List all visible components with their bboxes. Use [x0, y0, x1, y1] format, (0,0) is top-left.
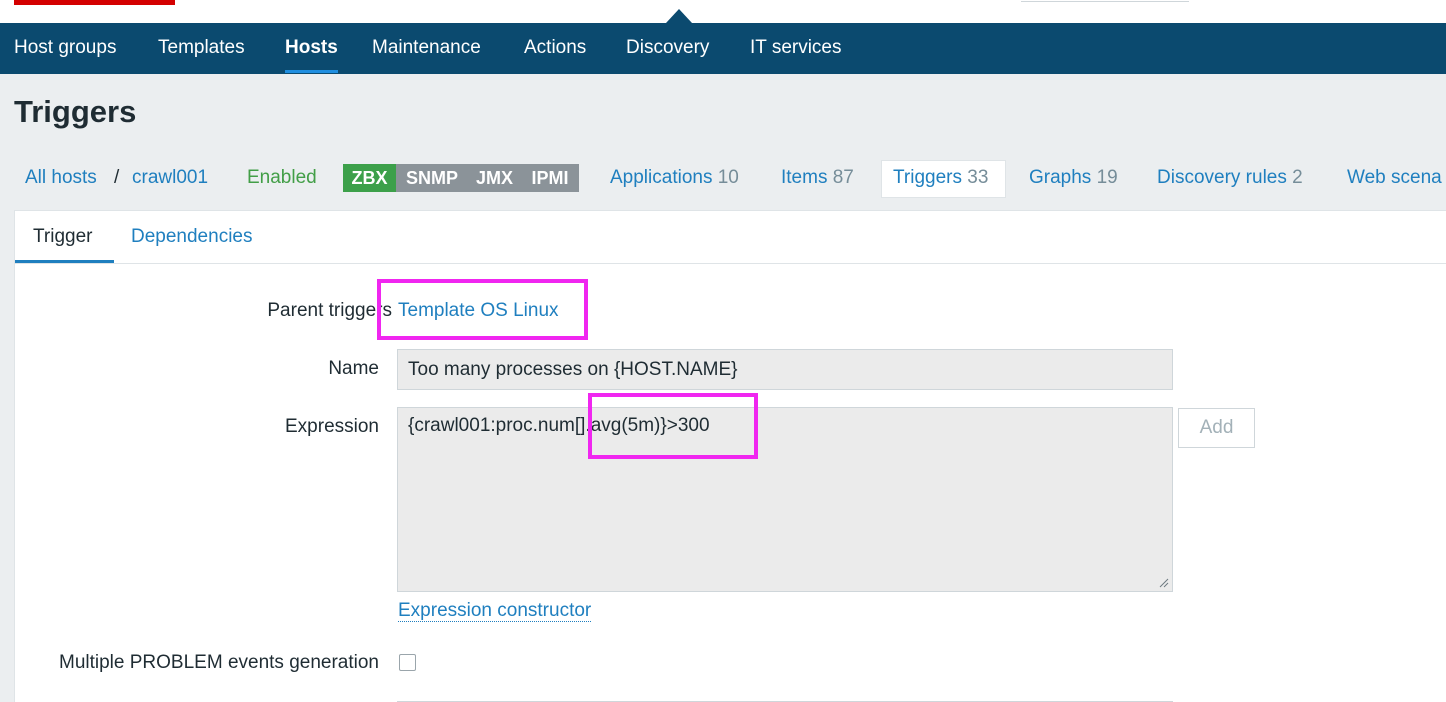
expression-constructor-link[interactable]: Expression constructor	[398, 599, 592, 623]
nav-item-discovery[interactable]: Discovery	[626, 23, 709, 74]
availability-ipmi-badge: IPMI	[521, 164, 579, 192]
breadcrumb-web-scenarios[interactable]: Web scena	[1347, 166, 1442, 190]
multiple-problem-label: Multiple PROBLEM events generation	[59, 652, 379, 673]
breadcrumb-items-label: Items	[781, 167, 828, 188]
breadcrumb-applications[interactable]: Applications 10	[610, 166, 739, 190]
breadcrumb-items-count: 87	[832, 167, 854, 188]
multiple-problem-checkbox[interactable]	[399, 654, 416, 671]
breadcrumb-graphs-label: Graphs	[1029, 167, 1092, 188]
add-expression-button[interactable]: Add	[1178, 408, 1255, 448]
breadcrumb-discovery-rules[interactable]: Discovery rules 2	[1157, 166, 1303, 190]
breadcrumb-triggers-count: 33	[967, 167, 989, 188]
active-menu-pointer-icon	[666, 9, 692, 23]
expression-constructor-text: Expression constructor	[398, 600, 592, 622]
availability-snmp-badge: SNMP	[396, 164, 468, 192]
host-status-enabled[interactable]: Enabled	[247, 166, 317, 190]
page-title: Triggers	[14, 94, 137, 129]
search-input[interactable]	[1021, 0, 1189, 2]
resize-grip-icon[interactable]	[1157, 576, 1169, 588]
breadcrumb-applications-label: Applications	[610, 167, 713, 188]
name-label: Name	[328, 358, 379, 379]
breadcrumb: All hosts / crawl001 Enabled ZBX SNMP JM…	[0, 160, 1446, 198]
breadcrumb-applications-count: 10	[717, 167, 739, 188]
breadcrumb-discovery-rules-label: Discovery rules	[1157, 167, 1287, 188]
nav-item-it-services[interactable]: IT services	[750, 23, 842, 74]
parent-trigger-link[interactable]: Template OS Linux	[398, 299, 559, 323]
breadcrumb-web-scenarios-label: Web scena	[1347, 167, 1442, 188]
availability-zbx-badge: ZBX	[343, 164, 396, 192]
tab-trigger[interactable]: Trigger	[33, 225, 92, 249]
nav-item-maintenance[interactable]: Maintenance	[372, 23, 481, 74]
expression-field[interactable]: {crawl001:proc.num[].avg(5m)}>300	[397, 407, 1173, 592]
main-nav: Host groups Templates Hosts Maintenance …	[0, 23, 1446, 74]
trigger-form-panel: Trigger Dependencies Parent triggers Tem…	[14, 210, 1446, 702]
active-tab-indicator	[15, 260, 114, 263]
name-field[interactable]: Too many processes on {HOST.NAME}	[397, 349, 1173, 390]
breadcrumb-graphs-count: 19	[1096, 167, 1118, 188]
breadcrumb-items[interactable]: Items 87	[781, 166, 854, 190]
expression-label: Expression	[285, 416, 379, 437]
nav-item-hosts[interactable]: Hosts	[285, 23, 338, 74]
logo-icon[interactable]	[14, 0, 175, 5]
expression-text: {crawl001:proc.num[].avg(5m)}>300	[408, 415, 710, 436]
breadcrumb-all-hosts[interactable]: All hosts	[25, 166, 97, 190]
parent-triggers-label: Parent triggers	[267, 300, 392, 321]
top-strip	[0, 0, 1446, 23]
nav-item-host-groups[interactable]: Host groups	[14, 23, 116, 74]
nav-item-templates[interactable]: Templates	[158, 23, 245, 74]
availability-jmx-badge: JMX	[468, 164, 521, 192]
breadcrumb-separator: /	[114, 167, 120, 188]
tab-dependencies[interactable]: Dependencies	[131, 225, 252, 249]
form-tabs: Trigger Dependencies	[15, 211, 1446, 264]
breadcrumb-triggers[interactable]: Triggers 33	[893, 166, 988, 190]
breadcrumb-discovery-rules-count: 2	[1292, 167, 1303, 188]
breadcrumb-graphs[interactable]: Graphs 19	[1029, 166, 1118, 190]
breadcrumb-host[interactable]: crawl001	[132, 166, 208, 190]
breadcrumb-triggers-label: Triggers	[893, 167, 962, 188]
nav-item-actions[interactable]: Actions	[524, 23, 586, 74]
